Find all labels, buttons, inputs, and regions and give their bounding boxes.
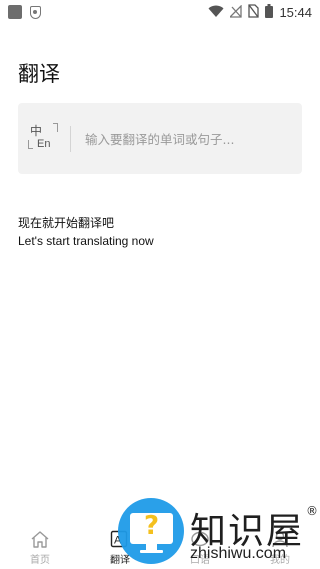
profile-icon <box>270 529 290 549</box>
nav-label-profile: 我的 <box>270 555 290 566</box>
nav-item-translate[interactable]: A 翻译 <box>80 525 160 569</box>
status-right-icons: 15:44 <box>208 3 312 22</box>
chat-icon <box>190 529 210 549</box>
status-left-icons <box>8 5 41 19</box>
nav-item-chat[interactable]: 口语 <box>160 525 240 569</box>
home-icon <box>30 529 50 549</box>
nav-item-profile[interactable]: 我的 <box>240 525 320 569</box>
lang-corner-decoration <box>28 139 33 149</box>
registered-mark: ® <box>306 504 318 518</box>
bottom-nav: 首页 A 翻译 口语 我的 <box>0 525 320 569</box>
intro-subtitle: Let's start translating now <box>18 234 154 248</box>
wifi-icon <box>208 3 224 22</box>
nav-label-home: 首页 <box>30 555 50 566</box>
language-switch-icon[interactable]: 中 En <box>28 121 58 157</box>
lang-to-label: En <box>37 137 51 150</box>
no-sim-icon <box>248 3 260 22</box>
status-time: 15:44 <box>279 4 312 20</box>
intro-title: 现在就开始翻译吧 <box>18 216 115 230</box>
battery-icon <box>265 3 274 22</box>
translation-input-card[interactable]: 中 En 输入要翻译的单词或句子... <box>18 103 302 174</box>
nav-label-chat: 口语 <box>190 555 210 566</box>
app-notification-icon <box>8 5 22 19</box>
card-divider <box>70 125 71 152</box>
signal-icon <box>228 3 243 22</box>
lang-corner-decoration <box>53 122 58 132</box>
translate-icon: A <box>110 529 130 549</box>
translation-input-placeholder[interactable]: 输入要翻译的单词或句子... <box>85 129 234 148</box>
page-title: 翻译 <box>18 62 60 86</box>
shield-icon <box>30 5 41 19</box>
nav-item-home[interactable]: 首页 <box>0 525 80 569</box>
status-bar: 15:44 <box>0 0 320 24</box>
nav-label-translate: 翻译 <box>110 555 130 566</box>
lang-from-label: 中 <box>30 123 43 138</box>
svg-text:A: A <box>114 534 122 546</box>
